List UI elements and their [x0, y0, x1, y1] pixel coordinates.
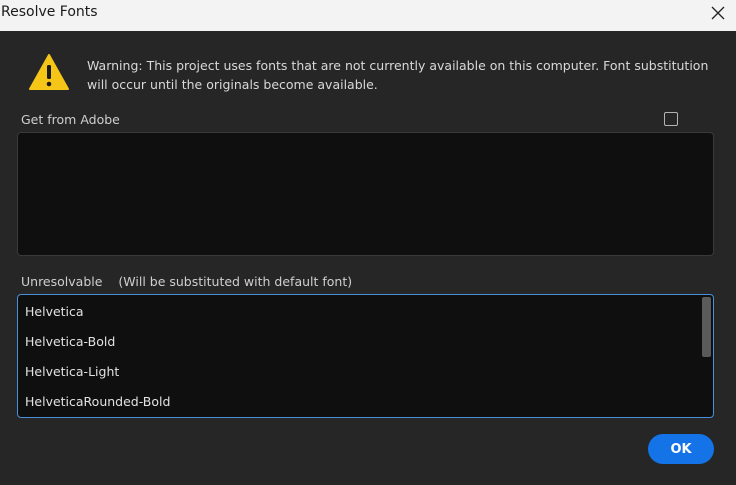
warning-message: Warning: This project uses fonts that ar…	[87, 58, 709, 92]
font-item[interactable]: Helvetica-Bold	[25, 334, 115, 349]
close-icon	[711, 6, 725, 19]
get-from-adobe-list[interactable]	[17, 132, 714, 256]
close-button[interactable]	[700, 0, 736, 25]
window-title: Resolve Fonts	[1, 4, 98, 20]
font-item[interactable]: Helvetica-Light	[25, 364, 119, 379]
get-from-adobe-checkbox[interactable]	[664, 112, 678, 126]
unresolvable-note: (Will be substituted with default font)	[118, 274, 353, 289]
title-bar: Resolve Fonts	[0, 0, 736, 31]
font-item[interactable]: Helvetica	[25, 304, 84, 319]
warning-icon	[29, 54, 69, 90]
get-from-adobe-label: Get from Adobe	[21, 112, 120, 127]
font-item[interactable]: HelveticaRounded-Bold	[25, 394, 170, 409]
unresolvable-list[interactable]: Helvetica Helvetica-Bold Helvetica-Light…	[17, 294, 714, 418]
unresolvable-title: Unresolvable	[21, 274, 103, 289]
ok-button[interactable]: OK	[648, 434, 714, 464]
scrollbar-thumb[interactable]	[702, 297, 711, 357]
unresolvable-label: Unresolvable (Will be substituted with d…	[21, 274, 352, 289]
